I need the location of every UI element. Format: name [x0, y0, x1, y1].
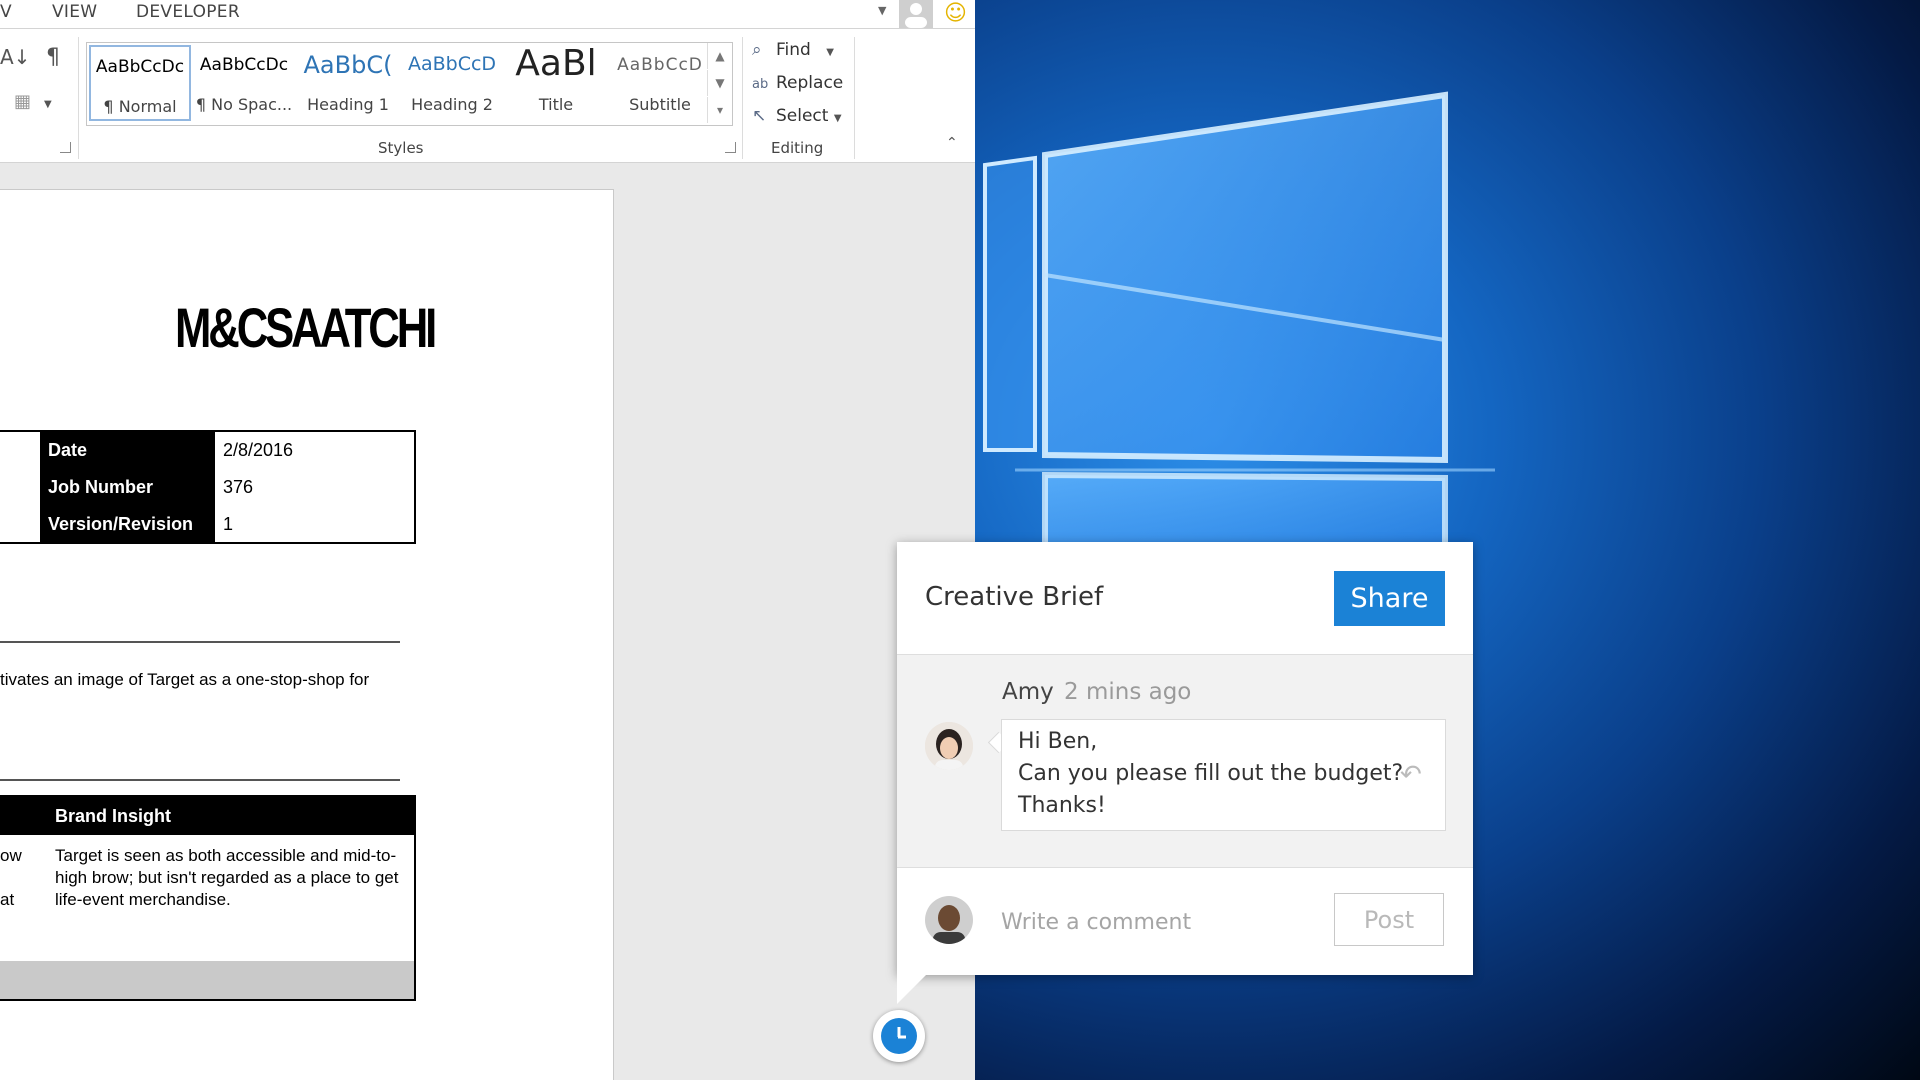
- avatar: [925, 722, 973, 770]
- style-preview: AaBbCcDc: [199, 55, 289, 75]
- comment-bubble: Hi Ben, Can you please fill out the budg…: [1001, 719, 1446, 831]
- ribbon: A↓ ¶ ▦ ▼ AaBbCcDc ¶ Normal AaBbCcDc ¶ No…: [0, 29, 975, 163]
- replace-label: Replace: [776, 73, 844, 93]
- table-cell-value: 376: [223, 477, 254, 497]
- style-name: ¶ No Spac...: [195, 95, 293, 114]
- style-name: Title: [538, 95, 574, 114]
- replace-button[interactable]: ab Replace: [752, 73, 843, 93]
- style-preview: AaBbCcDc: [95, 57, 185, 77]
- tab-developer[interactable]: DEVELOPER: [136, 2, 240, 22]
- table-cell-text: Target is seen as both accessible and mi…: [55, 846, 399, 909]
- panel-header: Creative Brief Share: [897, 542, 1473, 655]
- table-row: Job Number 376: [0, 469, 416, 506]
- binoculars-icon: ⌕: [752, 40, 762, 60]
- table-cell-left: ow at: [0, 845, 22, 911]
- style-preview: AaBbCcD: [617, 55, 703, 75]
- style-name: Heading 2: [411, 95, 493, 114]
- body-text: tivates an image of Target as a one-stop…: [0, 670, 370, 689]
- group-divider: [742, 37, 743, 159]
- table-cell-value: 2/8/2016: [223, 440, 294, 460]
- paragraph-launcher-icon[interactable]: [60, 142, 71, 153]
- gallery-more-icon[interactable]: ▾: [707, 97, 732, 123]
- style-preview: AaBbC(: [303, 51, 393, 79]
- select-dropdown-icon: ▼: [833, 113, 842, 124]
- table-shaded-row: [0, 961, 414, 999]
- section-divider: [0, 779, 400, 781]
- group-divider: [78, 37, 79, 159]
- styles-group-label: Styles: [378, 139, 424, 157]
- find-dropdown-icon: ▼: [826, 47, 834, 58]
- panel-title: Creative Brief: [925, 582, 1104, 612]
- history-button[interactable]: [873, 1010, 925, 1062]
- group-divider: [854, 37, 855, 159]
- ribbon-tabs: V VIEW DEVELOPER ▼ ☺: [0, 0, 975, 29]
- borders-icon[interactable]: ▦: [14, 91, 31, 112]
- style-preview: AaBbCcD: [407, 53, 497, 75]
- comment-text-line: Can you please fill out the budget?: [1018, 761, 1404, 786]
- style-no-spacing[interactable]: AaBbCcDc ¶ No Spac...: [193, 45, 295, 121]
- style-subtitle[interactable]: AaBbCcD Subtitle: [609, 45, 711, 121]
- clock-icon: [881, 1018, 917, 1054]
- gallery-scroll-down-icon[interactable]: ▼: [707, 70, 732, 96]
- find-button[interactable]: ⌕ Find ▼: [752, 40, 834, 60]
- table-row: Date 2/8/2016: [0, 432, 416, 469]
- comment-composer: Post: [897, 868, 1473, 975]
- style-name: Subtitle: [629, 95, 691, 114]
- word-window: V VIEW DEVELOPER ▼ ☺ A↓ ¶ ▦ ▼ AaBbCcDc ¶…: [0, 0, 975, 1080]
- show-paragraph-marks-icon[interactable]: ¶: [46, 45, 60, 70]
- style-title[interactable]: AaBl Title: [505, 43, 607, 121]
- share-button[interactable]: Share: [1334, 571, 1445, 626]
- collapse-ribbon-icon[interactable]: ⌃: [946, 135, 958, 151]
- table-cell-label: Version/Revision: [40, 506, 215, 543]
- borders-dropdown-icon[interactable]: ▼: [44, 99, 52, 110]
- comment-text-line: Hi Ben,: [1018, 729, 1098, 754]
- find-label: Find: [776, 40, 811, 60]
- document-area: M&CSAATCHI Date 2/8/2016 Job Number 376 …: [0, 163, 975, 1080]
- cursor-icon: ↖: [752, 106, 767, 126]
- section-divider: [0, 641, 400, 643]
- table-cell-label: Job Number: [40, 469, 215, 506]
- select-label: Select: [776, 106, 829, 126]
- table-cell-value: 1: [223, 514, 234, 534]
- tab-partial[interactable]: V: [0, 2, 12, 22]
- table-cell-label: Date: [40, 432, 215, 469]
- style-normal[interactable]: AaBbCcDc ¶ Normal: [89, 45, 191, 121]
- style-name: ¶ Normal: [103, 97, 177, 116]
- cell-fragment: ow: [0, 846, 22, 865]
- info-table: Date 2/8/2016 Job Number 376 Version/Rev…: [0, 430, 416, 544]
- company-logo: M&CSAATCHI: [175, 296, 437, 359]
- brand-insight-table: Brand Insight ow at Target is seen as bo…: [0, 795, 416, 1001]
- panel-pointer: [897, 974, 927, 1004]
- ribbon-options-arrow-icon[interactable]: ▼: [878, 4, 886, 17]
- cell-fragment: [0, 867, 22, 889]
- comment-thread: Amy 2 mins ago Hi Ben, Can you please fi…: [897, 655, 1473, 868]
- smiley-feedback-icon[interactable]: ☺: [944, 1, 967, 26]
- table-header: Brand Insight: [0, 797, 414, 835]
- styles-gallery: AaBbCcDc ¶ Normal AaBbCcDc ¶ No Spac... …: [86, 42, 733, 126]
- cell-fragment: at: [0, 890, 15, 909]
- comment-text-line: Thanks!: [1018, 793, 1106, 818]
- comment-panel: Creative Brief Share Amy 2 mins ago Hi B…: [897, 542, 1473, 975]
- gallery-scroll-up-icon[interactable]: ▲: [707, 43, 732, 69]
- replace-icon: ab: [752, 77, 769, 92]
- comment-timestamp: 2 mins ago: [1064, 679, 1192, 705]
- editing-group-label: Editing: [771, 139, 824, 157]
- style-heading-1[interactable]: AaBbC( Heading 1: [297, 45, 399, 121]
- table-row: Version/Revision 1: [0, 506, 416, 543]
- style-name: Heading 1: [307, 95, 389, 114]
- sort-icon[interactable]: A↓: [0, 45, 30, 69]
- comment-author: Amy: [1002, 679, 1054, 705]
- style-preview: AaBl: [515, 43, 597, 84]
- table-header-label: Brand Insight: [55, 806, 171, 826]
- post-button[interactable]: Post: [1334, 893, 1444, 946]
- select-button[interactable]: ↖ Select ▼: [752, 106, 842, 126]
- document-page[interactable]: M&CSAATCHI Date 2/8/2016 Job Number 376 …: [0, 189, 614, 1080]
- style-heading-2[interactable]: AaBbCcD Heading 2: [401, 45, 503, 121]
- comment-input[interactable]: [1001, 904, 1261, 940]
- reply-icon[interactable]: ↶: [1400, 760, 1422, 790]
- avatar: [925, 896, 973, 944]
- user-avatar-icon[interactable]: [899, 0, 933, 28]
- tab-view[interactable]: VIEW: [52, 2, 97, 22]
- styles-launcher-icon[interactable]: [725, 142, 736, 153]
